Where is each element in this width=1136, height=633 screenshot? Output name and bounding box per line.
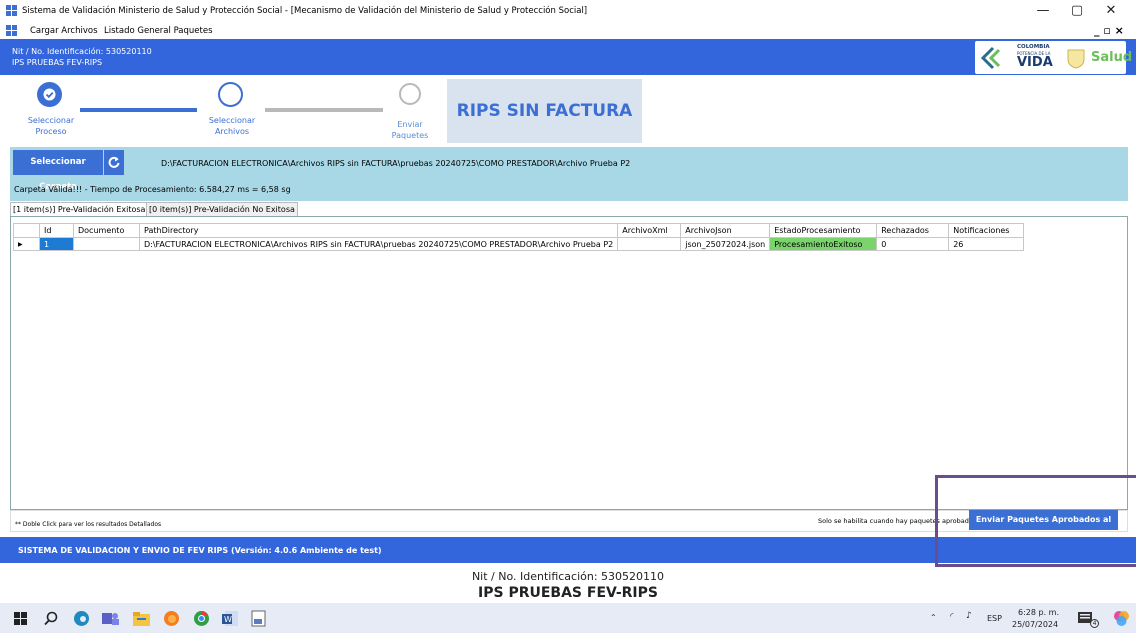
taskbar: W ⌃ ◜ ♪ ESP 6:28 p. m. 25/07/2024 4 <box>0 603 1136 633</box>
logo-brand: Salud <box>1091 50 1133 65</box>
folder-path: D:\FACTURACION ELECTRONICA\Archivos RIPS… <box>161 159 631 168</box>
table-header-row: Id Documento PathDirectory ArchivoXml Ar… <box>13 223 1025 238</box>
tab-pre-validacion-exitosa[interactable]: [1 item(s)] Pre-Validación Exitosa <box>10 202 149 216</box>
logo-word: VIDA <box>1017 55 1053 70</box>
cell-id[interactable]: 1 <box>39 237 74 251</box>
col-id[interactable]: Id <box>39 223 74 238</box>
col-archivojson[interactable]: ArchivoJson <box>680 223 771 238</box>
step-3-label: Enviar Paquetes <box>391 120 429 140</box>
tab-pre-validacion-no-exitosa[interactable]: [0 item(s)] Pre-Validación No Exitosa <box>146 202 298 216</box>
step-2-progress-bar <box>265 108 383 112</box>
col-rechazados[interactable]: Rechazados <box>876 223 950 238</box>
step-2-label: Seleccionar Archivos <box>208 116 256 136</box>
folder-status: Carpeta Válida!!! - Tiempo de Procesamie… <box>14 185 291 194</box>
step-1-progress-bar <box>80 108 197 112</box>
cell-rechazados[interactable]: 0 <box>876 237 950 251</box>
windows-start-icon[interactable] <box>14 612 27 625</box>
search-icon[interactable] <box>44 611 59 626</box>
app-icon <box>6 5 17 16</box>
cell-notificaciones[interactable]: 26 <box>948 237 1025 251</box>
col-pathdirectory[interactable]: PathDirectory <box>138 223 619 238</box>
header-ips: IPS PRUEBAS FEV-RIPS <box>12 58 103 67</box>
firefox-icon[interactable] <box>163 610 180 627</box>
gov-logo: COLOMBIA POTENCIA DE LA VIDA Salud <box>975 41 1132 74</box>
colorful-app-icon[interactable] <box>1113 610 1130 627</box>
results-table: Id Documento PathDirectory ArchivoXml Ar… <box>13 223 1025 251</box>
window-title: Sistema de Validación Ministerio de Salu… <box>22 6 588 16</box>
step-1-label: Seleccionar Proceso <box>27 116 75 136</box>
mode-title: RIPS SIN FACTURA <box>447 79 642 143</box>
select-folder-button[interactable]: Seleccionar Carpeta <box>13 150 103 192</box>
col-documento[interactable]: Documento <box>73 223 140 238</box>
menu-app-icon <box>6 25 17 39</box>
col-archivoxml[interactable]: ArchivoXml <box>617 223 682 238</box>
cell-documento[interactable] <box>73 237 140 251</box>
highlight-box <box>935 475 1136 567</box>
clock-date[interactable]: 25/07/2024 <box>1012 620 1058 629</box>
close-button[interactable]: ✕ <box>1099 2 1123 20</box>
child-window-controls[interactable]: _ ▫ × <box>1094 24 1124 37</box>
footer-ips: IPS PRUEBAS FEV-RIPS <box>478 585 658 601</box>
row-pointer-icon[interactable]: ▶ <box>13 237 40 251</box>
maximize-button[interactable]: ▢ <box>1065 2 1089 20</box>
cell-xml[interactable] <box>617 237 682 251</box>
double-click-hint: ** Doble Click para ver los resultados D… <box>15 521 162 528</box>
window-titlebar: Sistema de Validación Ministerio de Salu… <box>0 0 1136 22</box>
cell-estado[interactable]: ProcesamientoExitoso <box>769 237 878 251</box>
teams-icon[interactable] <box>102 611 119 626</box>
logo-mark-icon <box>980 46 1001 70</box>
menu-listado-general[interactable]: Listado General Paquetes <box>104 26 213 36</box>
language-indicator[interactable]: ESP <box>987 614 1002 623</box>
word-icon[interactable]: W <box>222 610 239 627</box>
header-nit: Nit / No. Identificación: 530520110 <box>12 47 152 56</box>
results-grid: Id Documento PathDirectory ArchivoXml Ar… <box>10 216 1128 510</box>
shield-icon <box>1067 49 1085 69</box>
col-estadoprocesamiento[interactable]: EstadoProcesamiento <box>769 223 878 238</box>
minimize-button[interactable]: — <box>1031 2 1055 20</box>
notification-count: 4 <box>1090 619 1099 628</box>
volume-icon[interactable]: ♪ <box>966 611 972 621</box>
step-1-check-icon[interactable] <box>37 82 62 107</box>
col-notificaciones[interactable]: Notificaciones <box>948 223 1025 238</box>
logo-country: COLOMBIA <box>1017 44 1050 50</box>
step-2-circle-icon[interactable] <box>218 82 243 107</box>
clock-time[interactable]: 6:28 p. m. <box>1018 608 1059 617</box>
cell-json[interactable]: json_25072024.json <box>680 237 771 251</box>
menu-cargar-archivos[interactable]: Cargar Archivos <box>30 26 98 36</box>
chrome-icon[interactable] <box>193 610 210 627</box>
result-tabs: [1 item(s)] Pre-Validación Exitosa [0 it… <box>10 202 1128 216</box>
system-version-text: SISTEMA DE VALIDACION Y ENVIO DE FEV RIP… <box>18 546 382 555</box>
menu-bar: Cargar Archivos Listado General Paquetes… <box>0 22 1136 39</box>
footer-nit: Nit / No. Identificación: 530520110 <box>471 570 665 583</box>
network-icon[interactable]: ◜ <box>950 612 954 622</box>
file-explorer-icon[interactable] <box>133 611 150 626</box>
app-header: Nit / No. Identificación: 530520110 IPS … <box>0 39 1136 75</box>
document-app-icon[interactable] <box>251 610 266 627</box>
browser-icon[interactable] <box>73 610 90 627</box>
cell-path[interactable]: D:\FACTURACION ELECTRONICA\Archivos RIPS… <box>138 237 619 251</box>
svg-text:W: W <box>224 615 232 624</box>
tray-chevron-icon[interactable]: ⌃ <box>930 613 937 622</box>
row-header-corner <box>13 223 40 238</box>
step-3-circle-icon[interactable] <box>399 83 421 105</box>
refresh-icon[interactable] <box>104 150 124 175</box>
table-row[interactable]: ▶ 1 D:\FACTURACION ELECTRONICA\Archivos … <box>13 237 1025 251</box>
